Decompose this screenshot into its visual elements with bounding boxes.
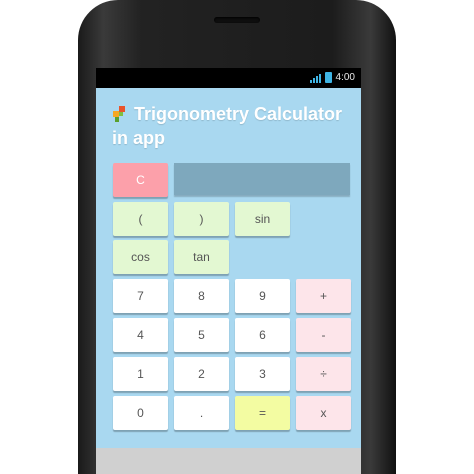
status-time: 4:00 <box>335 72 355 83</box>
status-bar: 4:00 <box>96 68 361 88</box>
plus-button[interactable]: + <box>296 279 351 313</box>
digit-0-button[interactable]: 0 <box>113 396 168 430</box>
digit-7-button[interactable]: 7 <box>113 279 168 313</box>
minus-button[interactable]: - <box>296 318 351 352</box>
digit-2-button[interactable]: 2 <box>174 357 229 391</box>
digit-5-button[interactable]: 5 <box>174 318 229 352</box>
equals-button[interactable]: = <box>235 396 290 430</box>
cos-button[interactable]: cos <box>113 240 168 274</box>
clear-button[interactable]: C <box>113 163 168 197</box>
battery-icon <box>324 72 332 83</box>
divide-button[interactable]: ÷ <box>296 357 351 391</box>
app-title: Trigonometry Calculator in app <box>112 104 343 148</box>
bottom-bar <box>96 448 361 474</box>
multiply-button[interactable]: x <box>296 396 351 430</box>
digit-3-button[interactable]: 3 <box>235 357 290 391</box>
digit-8-button[interactable]: 8 <box>174 279 229 313</box>
signal-icon <box>309 73 321 83</box>
sin-button[interactable]: sin <box>235 202 290 236</box>
close-paren-button[interactable]: ) <box>174 202 229 236</box>
calculator-app: Trigonometry Calculator in app C ( ) sin… <box>96 88 361 448</box>
digit-9-button[interactable]: 9 <box>235 279 290 313</box>
digit-1-button[interactable]: 1 <box>113 357 168 391</box>
phone-speaker <box>214 17 260 23</box>
open-paren-button[interactable]: ( <box>113 202 168 236</box>
status-right: 4:00 <box>309 72 355 83</box>
digit-6-button[interactable]: 6 <box>235 318 290 352</box>
tan-button[interactable]: tan <box>174 240 229 274</box>
calculator-display[interactable] <box>174 163 350 195</box>
digit-4-button[interactable]: 4 <box>113 318 168 352</box>
decimal-point-button[interactable]: . <box>174 396 229 430</box>
